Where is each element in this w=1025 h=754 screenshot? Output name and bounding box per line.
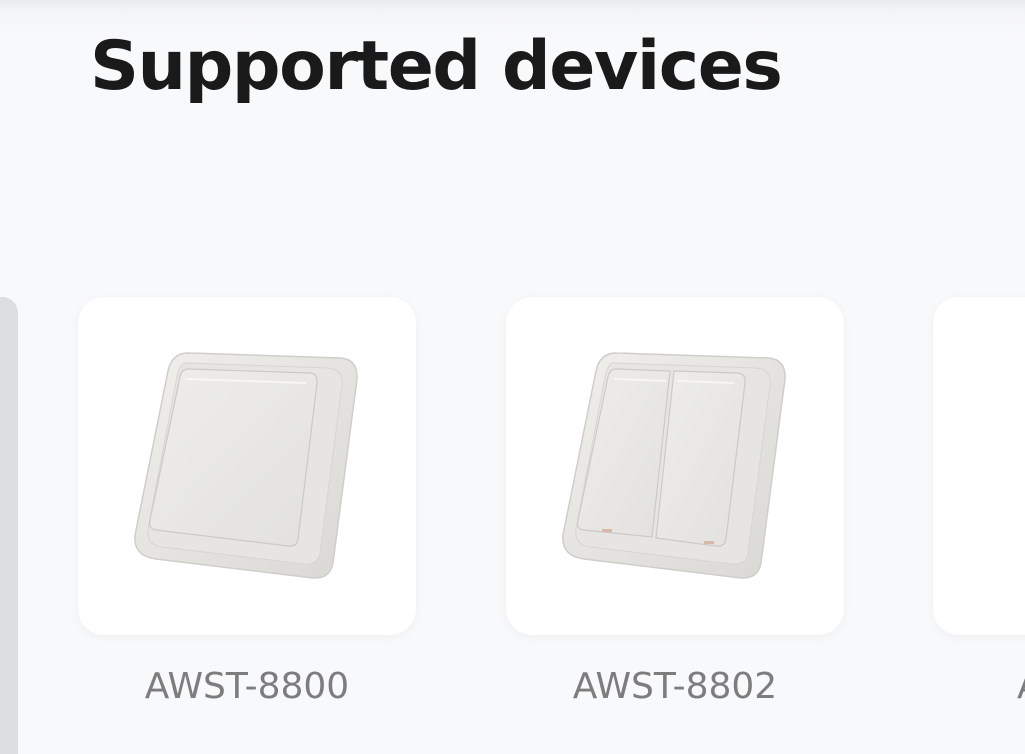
device-label-next: A [1017,662,1025,712]
device-card-next[interactable] [933,297,1025,635]
device-label-awst-8802: AWST-8802 [572,666,778,707]
double-rocker-wall-switch-icon [562,352,786,579]
device-label-awst-8800: AWST-8800 [144,666,350,707]
device-card-awst-8802[interactable] [506,297,844,635]
device-card-awst-8800[interactable] [78,297,416,635]
device-card-previous[interactable] [0,297,18,754]
single-rocker-wall-switch-icon [134,352,358,579]
top-shadow [0,0,1025,14]
supported-devices-screen: Supported devices AWST-8800 AWST-8802 [0,0,1025,754]
page-title: Supported devices [90,27,783,106]
